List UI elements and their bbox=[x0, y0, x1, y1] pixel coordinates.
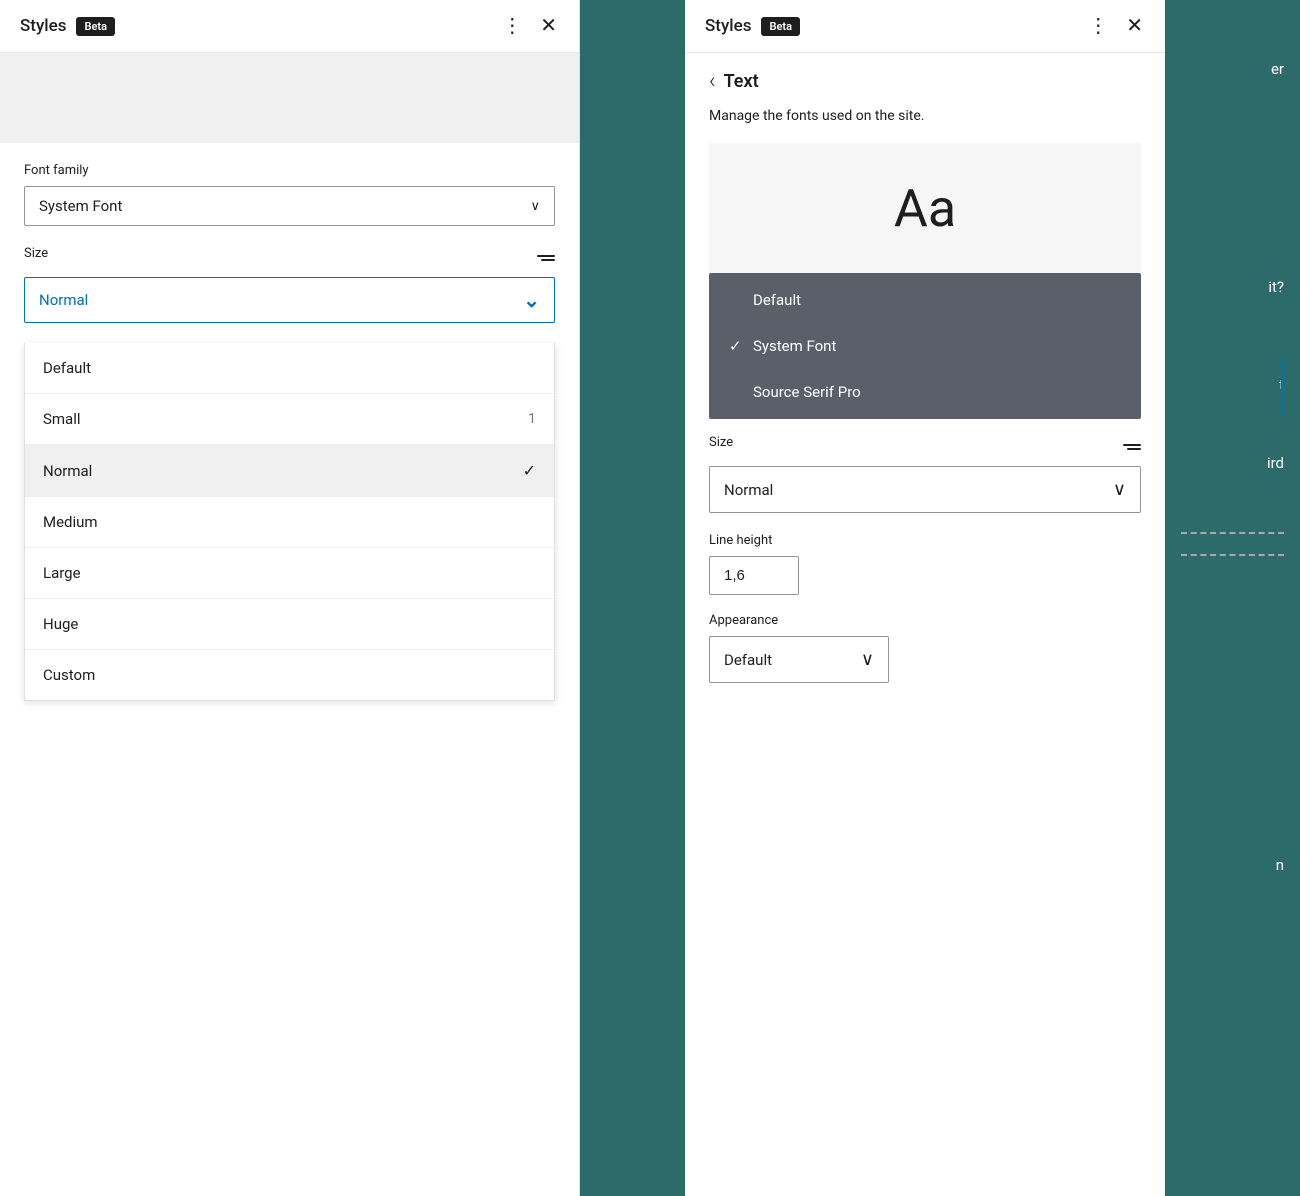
left-panel-header: Styles Beta ⋮ ✕ bbox=[0, 0, 579, 53]
size-section: Size Normal ⌄ bbox=[24, 246, 555, 323]
dashed-separator bbox=[1181, 532, 1284, 534]
back-navigation: ‹ Text bbox=[685, 53, 1165, 106]
right-panel: Styles Beta ⋮ ✕ ‹ Text Manage the fonts … bbox=[685, 0, 1165, 1196]
background-text-n: n bbox=[1181, 856, 1284, 874]
dashed-separator-2 bbox=[1181, 554, 1284, 556]
right-size-label-row: Size bbox=[709, 435, 1141, 458]
dropdown-item-default[interactable]: Default bbox=[25, 343, 554, 394]
size-chevron-icon: ⌄ bbox=[523, 288, 540, 312]
right-beta-badge: Beta bbox=[761, 17, 800, 36]
size-dropdown-list: Default Small 1 Normal ✓ Medium Large Hu… bbox=[24, 343, 555, 701]
size-select[interactable]: Normal ⌄ bbox=[24, 277, 555, 323]
left-header-actions: ⋮ ✕ bbox=[500, 14, 559, 38]
dropdown-item-label: Huge bbox=[43, 615, 78, 633]
line-height-input[interactable] bbox=[709, 556, 799, 595]
blue-border bbox=[1281, 356, 1284, 416]
font-option-system[interactable]: ✓ System Font bbox=[709, 323, 1141, 369]
dropdown-item-label: Custom bbox=[43, 666, 95, 684]
appearance-select[interactable]: Default ∨ bbox=[709, 636, 889, 683]
line-height-label: Line height bbox=[709, 533, 1141, 548]
right-background: er it? t ird n bbox=[1165, 0, 1300, 1196]
background-text-ird: ird bbox=[1181, 454, 1284, 472]
font-dropdown: Default ✓ System Font Source Serif Pro bbox=[709, 273, 1141, 419]
right-title-area: Styles Beta bbox=[705, 16, 800, 36]
left-close-button[interactable]: ✕ bbox=[538, 14, 559, 38]
size-label: Size bbox=[24, 246, 48, 261]
dropdown-item-label: Normal bbox=[43, 462, 92, 480]
close-icon: ✕ bbox=[1126, 15, 1143, 37]
font-option-label: Default bbox=[753, 291, 801, 309]
section-description: Manage the fonts used on the site. bbox=[685, 106, 1165, 143]
appearance-label: Appearance bbox=[709, 613, 1141, 628]
dropdown-item-custom[interactable]: Custom bbox=[25, 650, 554, 700]
dropdown-item-small[interactable]: Small 1 bbox=[25, 394, 554, 445]
font-family-chevron-icon: ∨ bbox=[530, 199, 540, 214]
size-label-row: Size bbox=[24, 246, 555, 269]
left-content: Font family System Font ∨ Size Normal ⌄ bbox=[0, 143, 579, 343]
background-text-er: er bbox=[1181, 60, 1284, 78]
left-panel: Styles Beta ⋮ ✕ Font family System Font … bbox=[0, 0, 580, 1196]
dropdown-item-label: Medium bbox=[43, 513, 98, 531]
back-arrow-icon[interactable]: ‹ bbox=[709, 69, 716, 94]
font-preview-box: Aa bbox=[709, 143, 1141, 273]
background-gap bbox=[580, 0, 683, 1196]
font-family-value: System Font bbox=[39, 197, 122, 215]
dropdown-item-huge[interactable]: Huge bbox=[25, 599, 554, 650]
normal-check-icon: ✓ bbox=[523, 461, 536, 480]
right-more-options-button[interactable]: ⋮ bbox=[1086, 14, 1110, 38]
dropdown-item-label: Small bbox=[43, 410, 81, 428]
font-family-select[interactable]: System Font ∨ bbox=[24, 186, 555, 226]
font-option-label: Source Serif Pro bbox=[753, 383, 861, 401]
left-beta-badge: Beta bbox=[76, 17, 115, 36]
font-preview-container: Aa Default ✓ System Font Source Serif Pr… bbox=[709, 143, 1141, 419]
right-size-select[interactable]: Normal ∨ bbox=[709, 466, 1141, 513]
right-fields: Size Normal ∨ Line height Appearance Def… bbox=[685, 435, 1165, 701]
background-text-t: t bbox=[1181, 376, 1284, 394]
close-icon: ✕ bbox=[540, 15, 557, 37]
appearance-value: Default bbox=[724, 651, 772, 669]
background-text-it: it? bbox=[1181, 278, 1284, 296]
font-preview-text: Aa bbox=[894, 178, 956, 239]
dots-icon: ⋮ bbox=[502, 15, 522, 37]
dropdown-item-large[interactable]: Large bbox=[25, 548, 554, 599]
small-count: 1 bbox=[528, 411, 536, 427]
right-size-filter-icon[interactable] bbox=[1123, 444, 1141, 450]
left-title-area: Styles Beta bbox=[20, 16, 115, 36]
dropdown-item-normal[interactable]: Normal ✓ bbox=[25, 445, 554, 497]
left-more-options-button[interactable]: ⋮ bbox=[500, 14, 524, 38]
dropdown-item-label: Large bbox=[43, 564, 81, 582]
size-value: Normal bbox=[39, 291, 88, 309]
font-family-label: Font family bbox=[24, 163, 555, 178]
right-size-label: Size bbox=[709, 435, 733, 450]
size-filter-icon[interactable] bbox=[535, 255, 555, 261]
right-panel-header: Styles Beta ⋮ ✕ bbox=[685, 0, 1165, 53]
line-height-section: Line height bbox=[709, 533, 1141, 595]
font-option-default[interactable]: Default bbox=[709, 277, 1141, 323]
right-size-section: Size Normal ∨ bbox=[709, 435, 1141, 513]
dots-icon: ⋮ bbox=[1088, 15, 1108, 37]
appearance-chevron-icon: ∨ bbox=[861, 649, 874, 670]
section-title: Text bbox=[724, 71, 759, 92]
right-size-value: Normal bbox=[724, 481, 773, 499]
appearance-section: Appearance Default ∨ bbox=[709, 613, 1141, 683]
left-preview-area bbox=[0, 53, 579, 143]
left-panel-title: Styles bbox=[20, 16, 66, 36]
font-option-label: System Font bbox=[753, 337, 836, 355]
right-header-actions: ⋮ ✕ bbox=[1086, 14, 1145, 38]
dropdown-item-medium[interactable]: Medium bbox=[25, 497, 554, 548]
right-close-button[interactable]: ✕ bbox=[1124, 14, 1145, 38]
dropdown-item-label: Default bbox=[43, 359, 91, 377]
right-panel-title: Styles bbox=[705, 16, 751, 36]
right-size-chevron-icon: ∨ bbox=[1113, 479, 1126, 500]
system-font-check-icon: ✓ bbox=[729, 337, 742, 355]
font-option-source-serif[interactable]: Source Serif Pro bbox=[709, 369, 1141, 415]
